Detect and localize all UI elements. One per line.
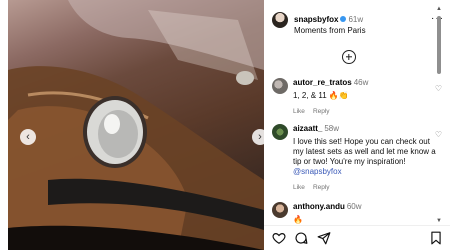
comment-item: aizaatt_ 58w I love this set! Hope you ca… — [272, 124, 442, 193]
avatar[interactable] — [272, 12, 288, 28]
avatar[interactable] — [272, 124, 288, 140]
post-username[interactable]: snapsbyfox 61w — [294, 15, 363, 24]
comment-text: 🔥 — [293, 215, 303, 224]
chevron-right-icon[interactable]: › — [252, 129, 264, 145]
mention-link[interactable]: @snapsbyfox — [293, 167, 342, 176]
scroll-up-icon[interactable]: ▲ — [436, 6, 442, 12]
scrollbar[interactable]: ▲ ▼ — [436, 6, 442, 224]
heart-icon[interactable] — [272, 231, 286, 245]
car-illustration — [8, 0, 264, 250]
scroll-down-icon[interactable]: ▼ — [436, 218, 442, 224]
comment-item: autor_re_tratos 46w 1, 2, & 11 🔥👏 Like Rep… — [272, 78, 442, 117]
comment-actions: Like Reply — [293, 183, 442, 193]
like-button[interactable]: Like — [293, 184, 305, 191]
avatar[interactable] — [272, 202, 288, 218]
comment-icon[interactable] — [294, 231, 308, 245]
post-actions — [272, 231, 442, 247]
avatar[interactable] — [272, 78, 288, 94]
comment-item: anthony.andu 60w 🔥 — [272, 202, 442, 225]
divider — [264, 225, 450, 226]
comment-username[interactable]: autor_re_tratos — [293, 78, 352, 87]
comment-text: I love this set! Hope you can check out … — [293, 137, 442, 177]
post-photo: ‹ › — [8, 0, 264, 250]
scrollbar-thumb[interactable] — [437, 16, 441, 74]
comment-text: 1, 2, & 11 🔥👏 — [293, 91, 349, 100]
comment-age: 46w — [353, 78, 369, 87]
add-comment-icon[interactable] — [342, 50, 356, 64]
username-text[interactable]: snapsbyfox — [294, 15, 338, 24]
bookmark-icon[interactable] — [430, 231, 442, 245]
comment-age: 60w — [346, 202, 362, 211]
comment-age: 58w — [324, 124, 340, 133]
post-caption: Moments from Paris — [294, 26, 366, 35]
post-details-panel: snapsbyfox61w ··· Moments from Paris aut… — [264, 0, 450, 250]
like-button[interactable]: Like — [293, 108, 305, 115]
reply-button[interactable]: Reply — [313, 108, 330, 115]
comment-username[interactable]: aizaatt_ — [293, 124, 322, 133]
comment-actions: Like Reply — [293, 107, 442, 117]
reply-button[interactable]: Reply — [313, 184, 330, 191]
chevron-left-icon[interactable]: ‹ — [20, 129, 36, 145]
comment-body: I love this set! Hope you can check out … — [293, 137, 436, 166]
comment-username[interactable]: anthony.andu — [293, 202, 345, 211]
post-age: 61w — [348, 15, 364, 24]
share-icon[interactable] — [317, 231, 331, 245]
verified-badge-icon — [340, 16, 347, 22]
